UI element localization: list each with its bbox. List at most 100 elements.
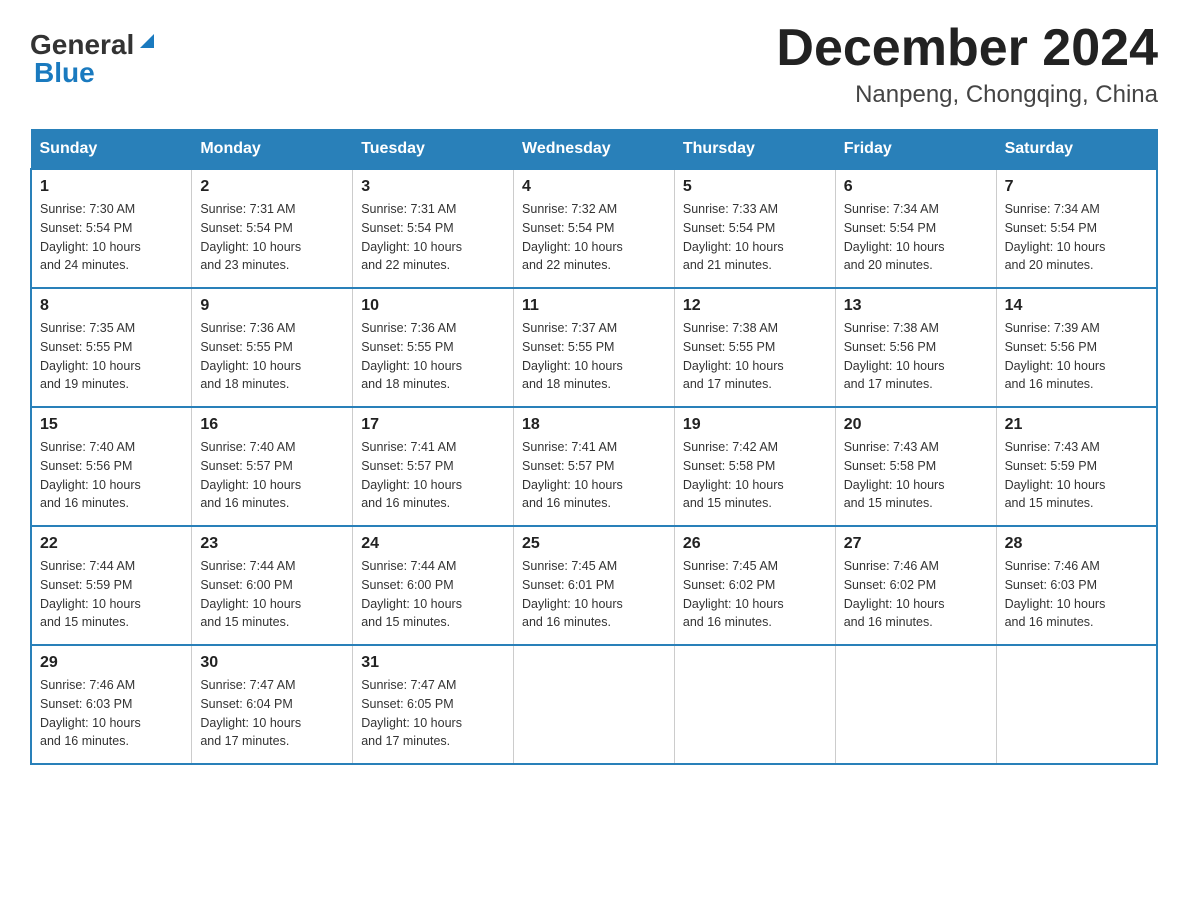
header-monday: Monday — [192, 130, 353, 170]
day-number: 22 — [40, 535, 183, 553]
day-number: 5 — [683, 178, 827, 196]
calendar-cell: 17 Sunrise: 7:41 AMSunset: 5:57 PMDaylig… — [353, 407, 514, 526]
calendar-cell: 20 Sunrise: 7:43 AMSunset: 5:58 PMDaylig… — [835, 407, 996, 526]
day-number: 24 — [361, 535, 505, 553]
calendar-cell: 14 Sunrise: 7:39 AMSunset: 5:56 PMDaylig… — [996, 288, 1157, 407]
day-info: Sunrise: 7:37 AMSunset: 5:55 PMDaylight:… — [522, 321, 623, 391]
calendar-cell: 31 Sunrise: 7:47 AMSunset: 6:05 PMDaylig… — [353, 645, 514, 764]
calendar-cell: 23 Sunrise: 7:44 AMSunset: 6:00 PMDaylig… — [192, 526, 353, 645]
calendar-cell: 11 Sunrise: 7:37 AMSunset: 5:55 PMDaylig… — [514, 288, 675, 407]
day-number: 2 — [200, 178, 344, 196]
location-title: Nanpeng, Chongqing, China — [776, 81, 1158, 109]
day-number: 31 — [361, 654, 505, 672]
calendar-cell: 18 Sunrise: 7:41 AMSunset: 5:57 PMDaylig… — [514, 407, 675, 526]
calendar-cell: 21 Sunrise: 7:43 AMSunset: 5:59 PMDaylig… — [996, 407, 1157, 526]
calendar-cell: 4 Sunrise: 7:32 AMSunset: 5:54 PMDayligh… — [514, 169, 675, 288]
day-info: Sunrise: 7:36 AMSunset: 5:55 PMDaylight:… — [361, 321, 462, 391]
header-thursday: Thursday — [674, 130, 835, 170]
day-number: 25 — [522, 535, 666, 553]
month-title: December 2024 — [776, 20, 1158, 77]
calendar-cell — [835, 645, 996, 764]
day-number: 27 — [844, 535, 988, 553]
day-info: Sunrise: 7:47 AMSunset: 6:05 PMDaylight:… — [361, 678, 462, 748]
calendar-cell: 19 Sunrise: 7:42 AMSunset: 5:58 PMDaylig… — [674, 407, 835, 526]
day-number: 21 — [1005, 416, 1148, 434]
calendar-cell — [996, 645, 1157, 764]
calendar-cell: 5 Sunrise: 7:33 AMSunset: 5:54 PMDayligh… — [674, 169, 835, 288]
calendar-cell: 27 Sunrise: 7:46 AMSunset: 6:02 PMDaylig… — [835, 526, 996, 645]
day-info: Sunrise: 7:40 AMSunset: 5:57 PMDaylight:… — [200, 440, 301, 510]
day-number: 14 — [1005, 297, 1148, 315]
day-info: Sunrise: 7:45 AMSunset: 6:01 PMDaylight:… — [522, 559, 623, 629]
day-number: 8 — [40, 297, 183, 315]
day-info: Sunrise: 7:32 AMSunset: 5:54 PMDaylight:… — [522, 202, 623, 272]
day-info: Sunrise: 7:47 AMSunset: 6:04 PMDaylight:… — [200, 678, 301, 748]
calendar-cell: 15 Sunrise: 7:40 AMSunset: 5:56 PMDaylig… — [31, 407, 192, 526]
day-number: 11 — [522, 297, 666, 315]
calendar-cell: 9 Sunrise: 7:36 AMSunset: 5:55 PMDayligh… — [192, 288, 353, 407]
logo-general: General — [30, 31, 134, 59]
title-area: December 2024 Nanpeng, Chongqing, China — [776, 20, 1158, 109]
day-info: Sunrise: 7:46 AMSunset: 6:02 PMDaylight:… — [844, 559, 945, 629]
week-row-2: 8 Sunrise: 7:35 AMSunset: 5:55 PMDayligh… — [31, 288, 1157, 407]
day-number: 26 — [683, 535, 827, 553]
day-number: 20 — [844, 416, 988, 434]
calendar-cell: 12 Sunrise: 7:38 AMSunset: 5:55 PMDaylig… — [674, 288, 835, 407]
day-info: Sunrise: 7:44 AMSunset: 6:00 PMDaylight:… — [361, 559, 462, 629]
day-info: Sunrise: 7:45 AMSunset: 6:02 PMDaylight:… — [683, 559, 784, 629]
day-number: 30 — [200, 654, 344, 672]
day-number: 3 — [361, 178, 505, 196]
calendar-cell — [674, 645, 835, 764]
calendar-cell: 7 Sunrise: 7:34 AMSunset: 5:54 PMDayligh… — [996, 169, 1157, 288]
header: General Blue December 2024 Nanpeng, Chon… — [30, 20, 1158, 109]
day-number: 15 — [40, 416, 183, 434]
calendar-cell — [514, 645, 675, 764]
day-number: 13 — [844, 297, 988, 315]
day-number: 4 — [522, 178, 666, 196]
day-number: 9 — [200, 297, 344, 315]
header-friday: Friday — [835, 130, 996, 170]
calendar-cell: 30 Sunrise: 7:47 AMSunset: 6:04 PMDaylig… — [192, 645, 353, 764]
logo-triangle-icon — [136, 30, 158, 52]
day-number: 16 — [200, 416, 344, 434]
day-info: Sunrise: 7:40 AMSunset: 5:56 PMDaylight:… — [40, 440, 141, 510]
calendar-header-row: SundayMondayTuesdayWednesdayThursdayFrid… — [31, 130, 1157, 170]
day-info: Sunrise: 7:43 AMSunset: 5:58 PMDaylight:… — [844, 440, 945, 510]
calendar-cell: 24 Sunrise: 7:44 AMSunset: 6:00 PMDaylig… — [353, 526, 514, 645]
day-info: Sunrise: 7:34 AMSunset: 5:54 PMDaylight:… — [1005, 202, 1106, 272]
calendar-cell: 22 Sunrise: 7:44 AMSunset: 5:59 PMDaylig… — [31, 526, 192, 645]
day-info: Sunrise: 7:35 AMSunset: 5:55 PMDaylight:… — [40, 321, 141, 391]
day-info: Sunrise: 7:46 AMSunset: 6:03 PMDaylight:… — [40, 678, 141, 748]
calendar-cell: 3 Sunrise: 7:31 AMSunset: 5:54 PMDayligh… — [353, 169, 514, 288]
week-row-4: 22 Sunrise: 7:44 AMSunset: 5:59 PMDaylig… — [31, 526, 1157, 645]
day-info: Sunrise: 7:44 AMSunset: 6:00 PMDaylight:… — [200, 559, 301, 629]
day-number: 23 — [200, 535, 344, 553]
day-number: 18 — [522, 416, 666, 434]
week-row-3: 15 Sunrise: 7:40 AMSunset: 5:56 PMDaylig… — [31, 407, 1157, 526]
day-number: 1 — [40, 178, 183, 196]
calendar-cell: 25 Sunrise: 7:45 AMSunset: 6:01 PMDaylig… — [514, 526, 675, 645]
day-number: 7 — [1005, 178, 1148, 196]
calendar-cell: 16 Sunrise: 7:40 AMSunset: 5:57 PMDaylig… — [192, 407, 353, 526]
day-number: 12 — [683, 297, 827, 315]
header-wednesday: Wednesday — [514, 130, 675, 170]
calendar-cell: 6 Sunrise: 7:34 AMSunset: 5:54 PMDayligh… — [835, 169, 996, 288]
day-number: 10 — [361, 297, 505, 315]
calendar-cell: 13 Sunrise: 7:38 AMSunset: 5:56 PMDaylig… — [835, 288, 996, 407]
day-info: Sunrise: 7:31 AMSunset: 5:54 PMDaylight:… — [361, 202, 462, 272]
day-info: Sunrise: 7:36 AMSunset: 5:55 PMDaylight:… — [200, 321, 301, 391]
logo-blue: Blue — [34, 59, 158, 87]
header-sunday: Sunday — [31, 130, 192, 170]
day-number: 6 — [844, 178, 988, 196]
day-info: Sunrise: 7:31 AMSunset: 5:54 PMDaylight:… — [200, 202, 301, 272]
calendar-cell: 28 Sunrise: 7:46 AMSunset: 6:03 PMDaylig… — [996, 526, 1157, 645]
day-number: 17 — [361, 416, 505, 434]
day-number: 29 — [40, 654, 183, 672]
calendar-cell: 26 Sunrise: 7:45 AMSunset: 6:02 PMDaylig… — [674, 526, 835, 645]
day-number: 19 — [683, 416, 827, 434]
day-info: Sunrise: 7:41 AMSunset: 5:57 PMDaylight:… — [522, 440, 623, 510]
calendar-cell: 29 Sunrise: 7:46 AMSunset: 6:03 PMDaylig… — [31, 645, 192, 764]
day-info: Sunrise: 7:34 AMSunset: 5:54 PMDaylight:… — [844, 202, 945, 272]
day-info: Sunrise: 7:43 AMSunset: 5:59 PMDaylight:… — [1005, 440, 1106, 510]
day-info: Sunrise: 7:44 AMSunset: 5:59 PMDaylight:… — [40, 559, 141, 629]
